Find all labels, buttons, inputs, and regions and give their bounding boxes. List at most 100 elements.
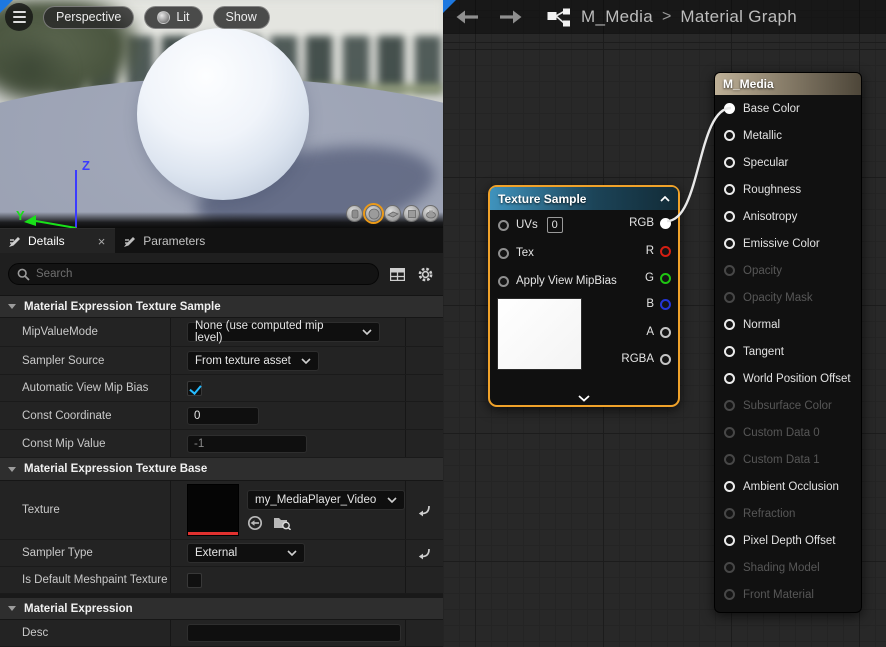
pin-custom-data-1[interactable] [724, 454, 735, 465]
texture-sample-node-header[interactable]: Texture Sample [490, 187, 678, 210]
output-pin-a: A [646, 322, 671, 342]
search-icon [17, 268, 30, 281]
pin-tex[interactable] [498, 248, 509, 259]
tab-details-label: Details [28, 234, 65, 248]
pin-anisotropy[interactable] [724, 211, 735, 222]
m-media-result-node[interactable]: M_Media Base Color Metallic Specular Rou… [714, 72, 862, 613]
automatic-view-mip-bias-checkbox[interactable] [187, 381, 202, 396]
const-mip-value-input[interactable] [187, 435, 307, 453]
expand-chevron-down-icon[interactable] [578, 395, 590, 402]
pin-normal[interactable] [724, 319, 735, 330]
sampler-type-dropdown[interactable]: External [187, 543, 305, 563]
pin-shading-model[interactable] [724, 562, 735, 573]
search-input[interactable] [36, 268, 370, 280]
const-coordinate-input[interactable] [187, 407, 259, 425]
output-pin-rgb: RGB [629, 213, 671, 233]
graph-hierarchy-icon [547, 8, 571, 27]
pin-label: B [646, 298, 654, 310]
section-material-expression-texture-sample[interactable]: Material Expression Texture Sample [0, 296, 443, 318]
mip-value-mode-dropdown[interactable]: None (use computed mip level) [187, 322, 380, 342]
pin-apply-view-mipbias[interactable] [498, 276, 509, 287]
material-pin-world-position-offset: World Position Offset [715, 365, 861, 392]
preview-mesh-cube-button[interactable] [403, 205, 420, 222]
texture-sample-node[interactable]: Texture Sample UVs 0 Tex Apply View MipB… [488, 185, 680, 407]
table-grid-icon [390, 268, 405, 281]
reset-to-default-icon[interactable] [417, 504, 432, 517]
property-row-texture: Texture my_MediaPlayer_Video [0, 481, 443, 540]
pin-g[interactable] [660, 273, 671, 284]
pin-b[interactable] [660, 299, 671, 310]
pin-specular[interactable] [724, 157, 735, 168]
reset-to-default-icon[interactable] [417, 547, 432, 560]
pin-r[interactable] [660, 246, 671, 257]
texture-asset-thumbnail[interactable] [187, 484, 239, 536]
display-filter-button[interactable] [387, 264, 407, 284]
details-settings-button[interactable] [415, 264, 435, 284]
use-selected-asset-icon[interactable] [247, 515, 263, 531]
pin-label: RGB [629, 217, 654, 229]
arrow-right-icon [498, 10, 522, 24]
tab-parameters[interactable]: Parameters [115, 228, 215, 253]
forward-button[interactable] [493, 4, 527, 30]
back-button[interactable] [451, 4, 485, 30]
search-box[interactable] [8, 263, 379, 285]
texture-asset-dropdown[interactable]: my_MediaPlayer_Video [247, 490, 405, 510]
section-collapse-icon [8, 467, 16, 472]
material-pin-shading-model: Shading Model [715, 554, 861, 581]
pin-tangent[interactable] [724, 346, 735, 357]
browse-to-asset-icon[interactable] [273, 515, 292, 530]
pencil-icon [124, 235, 136, 247]
pin-uvs[interactable] [498, 220, 509, 231]
pin-world-position-offset[interactable] [724, 373, 735, 384]
pin-front-material[interactable] [724, 589, 735, 600]
material-preview-viewport[interactable]: Perspective Lit Show Z Y [0, 0, 443, 228]
preview-mesh-teapot-button[interactable] [422, 205, 439, 222]
section-material-expression-texture-base[interactable]: Material Expression Texture Base [0, 458, 443, 481]
perspective-button[interactable]: Perspective [43, 6, 134, 29]
tab-close-icon[interactable]: × [98, 235, 106, 248]
texture-preview-swatch [497, 298, 582, 370]
breadcrumb-root[interactable]: M_Media [581, 7, 653, 27]
show-button[interactable]: Show [213, 6, 270, 29]
pin-custom-data-0[interactable] [724, 427, 735, 438]
preview-mesh-cylinder-button[interactable] [346, 205, 363, 222]
pin-subsurface-color[interactable] [724, 400, 735, 411]
pin-base-color[interactable] [724, 103, 735, 114]
details-search-row [0, 253, 443, 296]
pin-refraction[interactable] [724, 508, 735, 519]
pin-opacity-mask[interactable] [724, 292, 735, 303]
active-panel-corner-indicator [0, 0, 13, 13]
pin-a[interactable] [660, 327, 671, 338]
pin-rgba[interactable] [660, 354, 671, 365]
uvs-coord-index-box[interactable]: 0 [547, 217, 563, 233]
material-pin-custom-data-1: Custom Data 1 [715, 446, 861, 473]
dropdown-value: None (use computed mip level) [195, 320, 354, 344]
section-material-expression[interactable]: Material Expression [0, 594, 443, 620]
property-label: Automatic View Mip Bias [0, 375, 170, 401]
pin-rgb[interactable] [660, 218, 671, 229]
tab-details[interactable]: Details × [0, 228, 115, 253]
material-pin-ambient-occlusion: Ambient Occlusion [715, 473, 861, 500]
material-graph-canvas[interactable]: M_Media > Material Graph Texture Sample … [443, 0, 886, 647]
preview-mesh-plane-button[interactable] [384, 205, 401, 222]
pin-pixel-depth-offset[interactable] [724, 535, 735, 546]
pin-opacity[interactable] [724, 265, 735, 276]
dropdown-value: my_MediaPlayer_Video [255, 494, 376, 506]
collapse-chevron-up-icon[interactable] [660, 196, 670, 202]
property-label: Is Default Meshpaint Texture [0, 567, 170, 593]
material-pin-metallic: Metallic [715, 122, 861, 149]
pin-label: G [645, 272, 654, 284]
sampler-source-dropdown[interactable]: From texture asset [187, 351, 319, 371]
pin-ambient-occlusion[interactable] [724, 481, 735, 492]
pin-label: Apply View MipBias [516, 275, 617, 287]
desc-input[interactable] [187, 624, 401, 642]
pin-roughness[interactable] [724, 184, 735, 195]
property-row-const-coordinate: Const Coordinate [0, 402, 443, 430]
is-default-meshpaint-texture-checkbox[interactable] [187, 573, 202, 588]
m-media-node-header[interactable]: M_Media [715, 73, 861, 95]
pin-emissive-color[interactable] [724, 238, 735, 249]
lit-mode-button[interactable]: Lit [144, 6, 202, 29]
preview-mesh-sphere-button[interactable] [365, 205, 382, 222]
pin-metallic[interactable] [724, 130, 735, 141]
graph-header: M_Media > Material Graph [443, 0, 886, 34]
